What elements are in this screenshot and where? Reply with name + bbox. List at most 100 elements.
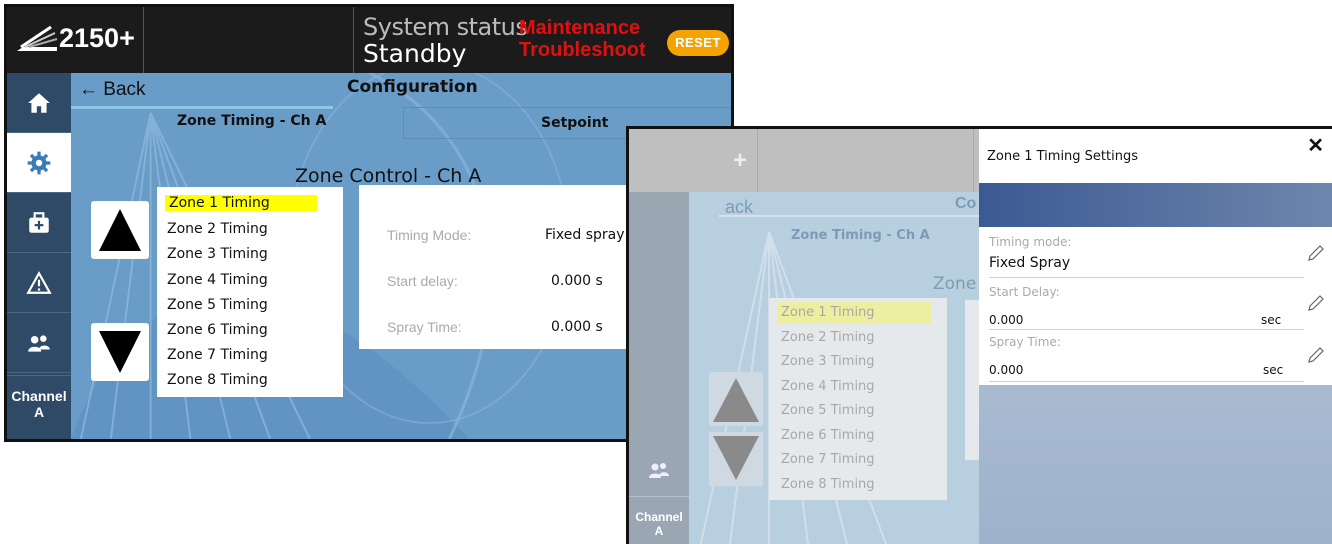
channel-selector-dimmed: Channel A: [629, 502, 689, 544]
dimmed-background: + ack Co Zone Timing - Ch A Zone Zone 1 …: [629, 129, 979, 544]
close-icon[interactable]: ✕: [1307, 133, 1324, 158]
timing-mode-field[interactable]: Fixed Spray: [989, 255, 1070, 271]
zone-list-dimmed: Zone 1 Timing Zone 2 Timing Zone 3 Timin…: [769, 298, 947, 500]
top-bar-dimmed: +: [629, 129, 979, 192]
list-item[interactable]: Zone 5 Timing: [167, 297, 268, 313]
system-status-label: System status: [363, 13, 528, 41]
list-item: Zone 3 Timing: [781, 354, 875, 369]
sidebar-item-home[interactable]: [7, 73, 71, 133]
users-icon: [649, 463, 669, 478]
list-item[interactable]: Zone 7 Timing: [167, 347, 268, 363]
list-item[interactable]: Zone 2 Timing: [167, 221, 268, 237]
triangle-down-icon: [99, 331, 141, 373]
triangle-up-icon: [99, 209, 141, 251]
list-item: Zone 6 Timing: [781, 428, 875, 443]
sidebar: Channel A: [7, 73, 71, 439]
timing-mode-label: Timing Mode:: [387, 227, 472, 243]
channel-value: A: [33, 404, 45, 420]
channel-value: A: [654, 524, 664, 538]
sidebar-item-settings[interactable]: [7, 133, 71, 193]
main-screen: 2150+ System status Standby Maintenance …: [4, 4, 734, 442]
divider: [989, 381, 1304, 382]
list-item[interactable]: Zone 3 Timing: [167, 246, 268, 262]
model-fragment: +: [733, 147, 748, 174]
section-title: Zone Control - Ch A: [295, 165, 482, 187]
modal-header: Zone 1 Timing Settings ✕: [979, 129, 1332, 183]
start-delay-value: 0.000 s: [551, 273, 603, 289]
title-fragment: Co: [955, 195, 977, 212]
spray-time-field[interactable]: 0.000: [989, 363, 1023, 377]
triangle-down-icon: [713, 436, 759, 480]
tab-zone-timing-dimmed: Zone Timing - Ch A: [791, 228, 930, 243]
timing-mode-value: Fixed spray: [545, 227, 625, 243]
zone-list: Zone 1 Timing Zone 2 Timing Zone 3 Timin…: [157, 187, 343, 397]
spray-time-label: Spray Time:: [387, 319, 462, 335]
spray-time-unit: sec: [1263, 363, 1284, 377]
start-delay-unit: sec: [1261, 313, 1282, 327]
sidebar-dimmed: Channel A: [629, 192, 689, 544]
back-fragment: ack: [725, 197, 754, 217]
alert-text[interactable]: Maintenance Troubleshoot: [519, 17, 646, 61]
channel-label: Channel: [11, 388, 67, 404]
list-item: Zone 5 Timing: [781, 403, 875, 418]
sidebar-item-maintenance[interactable]: [7, 193, 71, 253]
toolbox-icon: [29, 211, 49, 233]
divider: [989, 277, 1304, 278]
pencil-icon[interactable]: [1306, 293, 1326, 313]
spray-logo-icon: [17, 25, 58, 51]
modal-screen: + ack Co Zone Timing - Ch A Zone Zone 1 …: [626, 126, 1332, 544]
home-icon: [28, 92, 50, 113]
channel-selector[interactable]: Channel A: [7, 375, 71, 431]
spray-time-label: Spray Time:: [989, 335, 1061, 349]
divider: [973, 129, 974, 192]
start-delay-field[interactable]: 0.000: [989, 313, 1023, 327]
modal-title: Zone 1 Timing Settings: [987, 149, 1139, 164]
arrow-left-icon: ←: [79, 79, 98, 100]
gear-icon: [27, 151, 51, 174]
detail-panel-dimmed: [965, 300, 979, 460]
list-item: Zone 4 Timing: [781, 379, 875, 394]
sidebar-item-alarms[interactable]: [7, 253, 71, 313]
divider: [757, 129, 758, 192]
back-label: Back: [103, 79, 146, 100]
spray-time-value: 0.000 s: [551, 319, 603, 335]
scroll-down-dimmed: [709, 432, 763, 486]
list-item: Zone 1 Timing: [781, 305, 875, 320]
back-button[interactable]: ← Back: [79, 79, 146, 101]
top-bar: 2150+ System status Standby Maintenance …: [7, 7, 731, 73]
reset-button[interactable]: RESET: [667, 30, 729, 56]
tab-setpoint[interactable]: Setpoint: [541, 115, 608, 131]
maintenance-alert: Maintenance: [519, 17, 641, 39]
list-item: Zone 7 Timing: [781, 452, 875, 467]
troubleshoot-alert: Troubleshoot: [519, 39, 646, 61]
start-delay-label: Start Delay:: [989, 285, 1060, 299]
scroll-down-button[interactable]: [91, 323, 149, 381]
pencil-icon[interactable]: [1306, 243, 1326, 263]
start-delay-label: Start delay:: [387, 273, 458, 289]
zone-detail-panel: Timing Mode: Fixed spray Start delay: 0.…: [359, 185, 661, 349]
users-icon: [28, 334, 50, 352]
sidebar-item-users[interactable]: [7, 313, 71, 373]
page-title: Configuration: [347, 77, 478, 97]
timing-mode-label: Timing mode:: [989, 235, 1072, 249]
brand: 2150+: [7, 7, 144, 73]
scroll-up-button[interactable]: [91, 201, 149, 259]
warning-icon: [26, 270, 52, 294]
channel-label: Channel: [635, 510, 683, 524]
list-item[interactable]: Zone 4 Timing: [167, 272, 268, 288]
list-item[interactable]: Zone 8 Timing: [167, 372, 268, 388]
list-item[interactable]: Zone 6 Timing: [167, 322, 268, 338]
list-item: Zone 2 Timing: [781, 330, 875, 345]
triangle-up-icon: [713, 378, 759, 422]
tab-zone-timing[interactable]: Zone Timing - Ch A: [177, 113, 326, 129]
list-item: Zone 8 Timing: [781, 477, 875, 492]
divider: [353, 7, 354, 73]
divider: [989, 329, 1304, 330]
pencil-icon[interactable]: [1306, 345, 1326, 365]
scroll-up-dimmed: [709, 372, 763, 426]
list-item[interactable]: Zone 1 Timing: [165, 195, 317, 211]
model-name: 2150+: [59, 23, 135, 53]
active-tab-indicator: [71, 106, 333, 109]
sidebar-item-users: [629, 444, 689, 497]
timing-settings-modal: Zone 1 Timing Settings ✕ Timing mode: Fi…: [979, 129, 1332, 544]
